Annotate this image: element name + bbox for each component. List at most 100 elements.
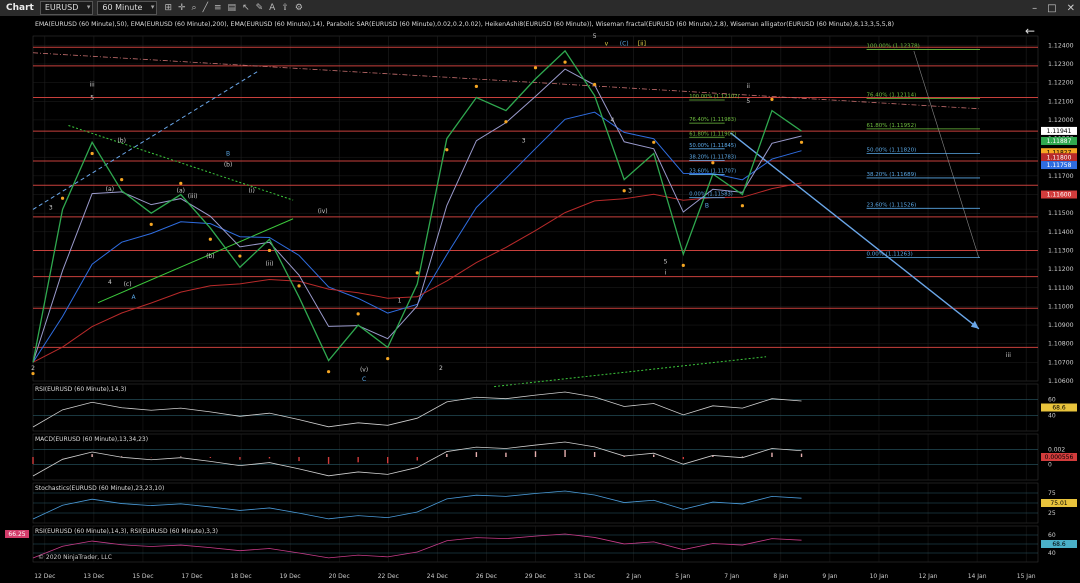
time-tick-label: 12 Dec xyxy=(34,573,55,580)
back-arrow-icon[interactable]: ← xyxy=(1025,24,1035,38)
wave-label: v xyxy=(605,40,609,47)
time-tick-label: 31 Dec xyxy=(574,573,595,580)
pencil-icon[interactable]: ✎ xyxy=(253,3,267,13)
wave-label: 3 xyxy=(628,188,632,195)
maximize-icon[interactable]: □ xyxy=(1042,3,1061,14)
sar-dot xyxy=(445,148,449,152)
sar-dot xyxy=(60,196,65,200)
wave-label: (b) xyxy=(117,137,126,144)
sar-dot xyxy=(593,82,597,87)
price-badge-label: 1.11941 xyxy=(1047,128,1072,135)
time-tick-label: 13 Dec xyxy=(83,573,104,580)
cursor-icon[interactable]: ↖ xyxy=(239,3,253,13)
time-tick-label: 20 Dec xyxy=(329,573,350,580)
pane-tick-label: 40 xyxy=(1048,412,1056,419)
pane-tick-label: 0.002 xyxy=(1048,446,1065,453)
pane-tick-label: 40 xyxy=(1048,550,1056,557)
instrument-select[interactable]: EURUSD ▾ xyxy=(39,1,94,15)
pane-tick-label: 0 xyxy=(1048,462,1052,469)
sar-dot xyxy=(149,222,153,226)
pane-value-label: 0.000556 xyxy=(1045,454,1074,461)
text-icon[interactable]: A xyxy=(266,3,278,13)
sar-dot xyxy=(386,357,390,361)
wave-label: (a) xyxy=(106,186,114,193)
wave-label: 5 xyxy=(664,259,668,266)
fib-level-label: 38.20% (1.11783) xyxy=(689,154,736,160)
wave-label: ii xyxy=(747,83,751,90)
chevron-down-icon: ▾ xyxy=(150,3,155,11)
minimize-icon[interactable]: – xyxy=(1027,3,1042,14)
interval-select[interactable]: 60 Minute ▾ xyxy=(97,1,158,15)
price-tick-label: 1.12000 xyxy=(1048,117,1074,124)
wave-label: (iv) xyxy=(318,208,328,215)
fib-level-label: 61.80% (1.11907) xyxy=(689,131,736,137)
time-tick-label: 19 Dec xyxy=(280,573,301,580)
time-tick-label: 10 Jan xyxy=(870,573,889,580)
fib-level-label: 76.40% (1.11983) xyxy=(689,117,736,123)
price-badge-label: 1.11758 xyxy=(1047,162,1072,169)
sar-dot xyxy=(533,66,538,70)
sar-dot xyxy=(711,161,715,165)
time-tick-label: 15 Dec xyxy=(132,573,153,580)
price-tick-label: 1.12200 xyxy=(1048,80,1074,87)
export-icon[interactable]: ⇪ xyxy=(278,3,292,13)
draw-icon[interactable]: ╱ xyxy=(200,3,211,13)
sar-dot xyxy=(563,60,567,64)
price-badge-label: 1.11800 xyxy=(1047,154,1072,161)
pane-value-label: 68.6 xyxy=(1052,405,1066,412)
strategy-icon[interactable]: ▤ xyxy=(225,3,240,13)
price-chart[interactable]: 100.00% (1.12378) 76.40% (1.12114) 61.80% … xyxy=(0,16,1080,583)
indicators-header: EMA(EURUSD (60 Minute),50), EMA(EURUSD (… xyxy=(35,21,894,28)
app-label: Chart xyxy=(6,3,34,13)
price-tick-label: 1.10800 xyxy=(1048,341,1074,348)
wave-label: (C) xyxy=(620,40,629,47)
pane-tick-label: 60 xyxy=(1048,397,1056,404)
wave-label: 2 xyxy=(31,365,35,372)
crosshair-icon[interactable]: ✛ xyxy=(175,3,189,13)
sar-dot xyxy=(356,312,360,316)
wave-label: B xyxy=(226,150,230,157)
time-tick-label: 14 Jan xyxy=(968,573,987,580)
instrument-value: EURUSD xyxy=(44,3,79,12)
price-badge-label: 1.11887 xyxy=(1047,138,1072,145)
chevron-down-icon: ▾ xyxy=(86,3,91,11)
time-tick-label: 8 Jan xyxy=(773,573,788,580)
time-tick-label: 7 Jan xyxy=(724,573,739,580)
close-icon[interactable]: ✕ xyxy=(1062,3,1080,14)
wave-label: (a) xyxy=(177,188,185,195)
wave-label: B xyxy=(705,203,709,210)
sar-dot xyxy=(326,370,331,374)
fib-level-label: 0.00% (1.11263) xyxy=(867,251,913,257)
sar-dot xyxy=(179,181,183,185)
time-tick-label: 24 Dec xyxy=(427,573,448,580)
price-tick-label: 1.11000 xyxy=(1048,303,1074,310)
pane-value-label: 75.01 xyxy=(1050,500,1067,507)
price-tick-label: 1.11400 xyxy=(1048,229,1074,236)
fib-level-label: 0.00% (1.11583) xyxy=(689,192,733,198)
fib-level-label: 23.60% (1.11707) xyxy=(689,169,736,175)
price-tick-label: 1.11700 xyxy=(1048,173,1074,180)
wave-label: (iii) xyxy=(188,193,198,200)
wave-label: iii xyxy=(1006,352,1011,359)
wave-label: 1 xyxy=(398,298,402,305)
wave-label: iii xyxy=(90,81,95,88)
wave-label: 5 xyxy=(593,33,597,40)
wave-label: (v) xyxy=(360,367,368,374)
fib-level-label: 38.20% (1.11689) xyxy=(867,172,917,178)
wave-label: (c) xyxy=(124,281,132,288)
wave-label: (b) xyxy=(206,253,215,260)
cog-icon[interactable]: ⚙ xyxy=(292,3,306,13)
interval-value: 60 Minute xyxy=(102,3,143,12)
sar-dot xyxy=(90,151,94,156)
zoom-icon[interactable]: ⌕ xyxy=(189,3,200,13)
wave-label: 3 xyxy=(49,204,53,211)
properties-icon[interactable]: ≡ xyxy=(211,3,225,13)
sar-dot xyxy=(120,177,124,182)
wave-label: 4 xyxy=(610,117,614,124)
time-tick-label: 15 Jan xyxy=(1017,573,1036,580)
sar-dot xyxy=(622,189,626,193)
price-tick-label: 1.10600 xyxy=(1048,378,1074,385)
new-tab-icon[interactable]: ⊞ xyxy=(161,3,175,13)
time-tick-label: 18 Dec xyxy=(231,573,252,580)
time-tick-label: 5 Jan xyxy=(675,573,690,580)
